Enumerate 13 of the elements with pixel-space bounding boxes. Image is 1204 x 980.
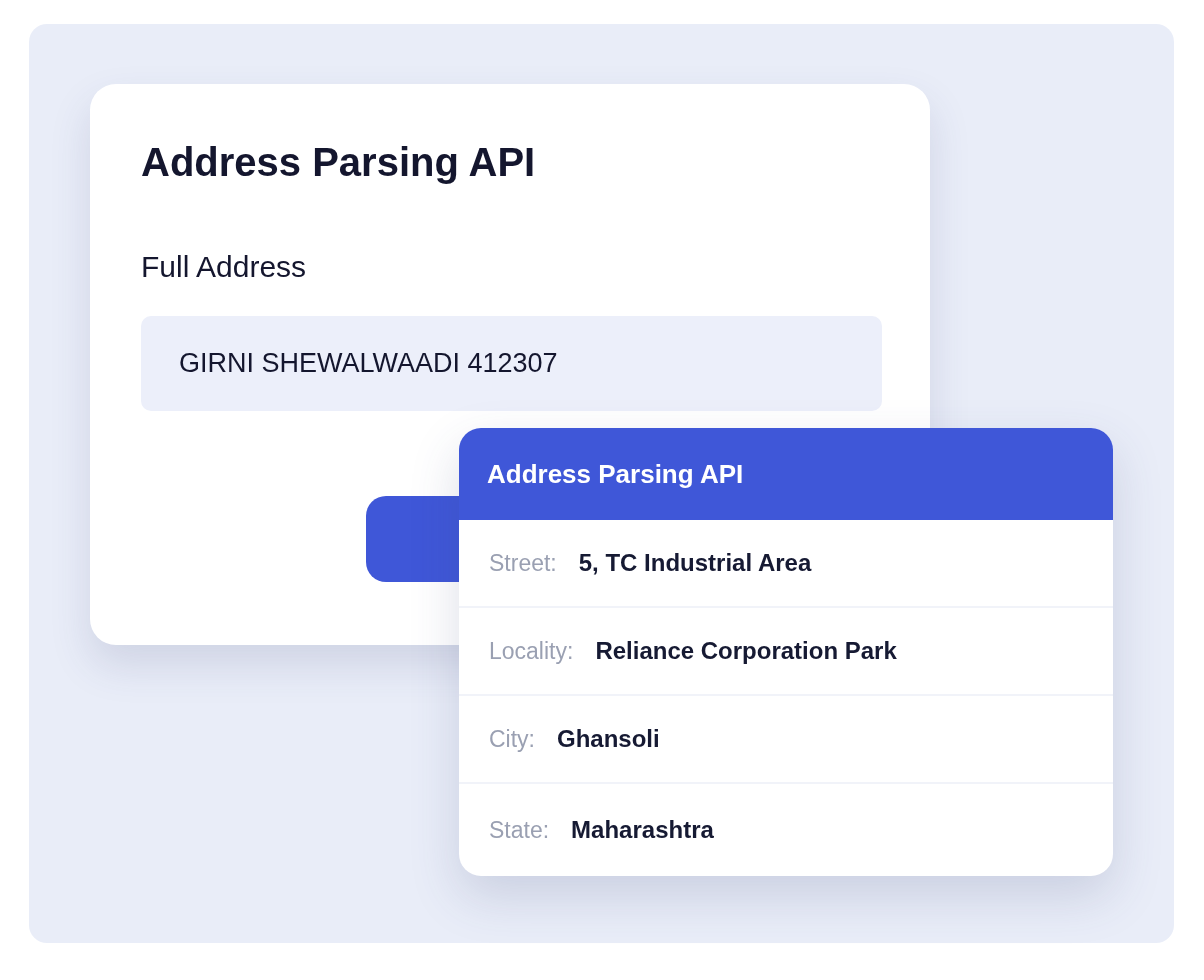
field-name: Street:	[489, 549, 557, 577]
field-value: 5, TC Industrial Area	[578, 549, 812, 577]
address-field[interactable]: GIRNI SHEWALWAADI 412307	[141, 316, 882, 411]
field-value: Reliance Corporation Park	[595, 637, 897, 665]
field-label: Full Address	[141, 250, 307, 284]
card-title: Address Parsing API	[141, 139, 536, 186]
field-name: Locality:	[489, 637, 574, 665]
field-value: Maharashtra	[571, 816, 714, 844]
field-name: City:	[489, 725, 535, 753]
result-header: Address Parsing API	[459, 428, 1113, 520]
field-name: State:	[489, 816, 550, 844]
submit-button[interactable]	[366, 496, 460, 582]
field-value: Ghansoli	[557, 725, 660, 753]
